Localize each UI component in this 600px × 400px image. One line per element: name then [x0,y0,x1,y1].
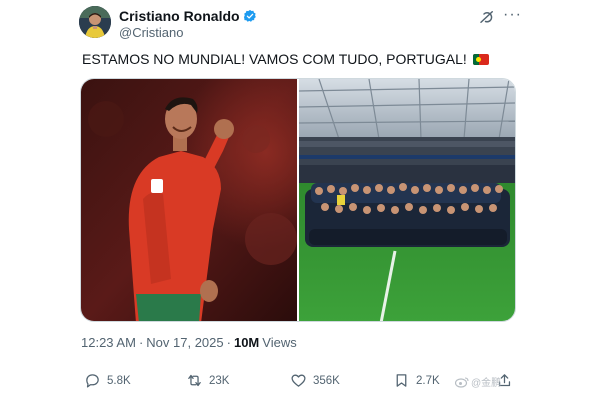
meta-separator: · [138,335,144,350]
like-count: 356K [313,374,340,387]
watermark-text: @金鹏 [471,378,502,389]
tweet-meta: 12:23 AM · Nov 17, 2025 · 10M Views [81,335,297,351]
bookmark-button[interactable]: 2.7K [393,372,440,389]
tweet-body: ESTAMOS NO MUNDIAL! VAMOS COM TUDO, PORT… [82,51,467,67]
repost-button[interactable]: 23K [186,372,229,389]
handle[interactable]: @Cristiano [119,25,257,41]
repost-count: 23K [209,374,230,387]
watermark: @金鹏 [455,374,501,389]
repost-icon [188,374,201,387]
reply-icon [86,374,99,388]
author-names: Cristiano Ronaldo @Cristiano [119,8,257,41]
tweet-text: ESTAMOS NO MUNDIAL! VAMOS COM TUDO, PORT… [82,50,489,68]
bookmark-icon [396,374,407,387]
views-label: Views [262,335,297,350]
name-row: Cristiano Ronaldo [119,8,257,24]
bookmark-count: 2.7K [416,374,440,387]
display-name[interactable]: Cristiano Ronaldo [119,8,240,24]
heart-icon [291,374,306,387]
tweet-date[interactable]: Nov 17, 2025 [146,335,223,351]
reply-button[interactable]: 5.8K [84,372,131,389]
grok-icon[interactable] [478,8,496,26]
views-count: 10M [233,335,260,350]
reply-count: 5.8K [107,374,131,387]
tweet-header: Cristiano Ronaldo @Cristiano ··· [79,6,524,44]
tweet-time[interactable]: 12:23 AM [81,335,136,351]
portugal-flag-icon [472,53,489,65]
team-celebration-stadium-photo[interactable] [299,79,515,321]
verified-badge-icon [243,9,257,23]
weibo-logo-icon [455,376,469,388]
media-grid [80,78,516,322]
action-bar: 5.8K 23K 356K 2.7K [80,372,520,394]
avatar[interactable] [79,6,111,38]
ronaldo-celebrating-photo[interactable] [81,79,297,321]
meta-separator-2: · [226,335,231,350]
like-button[interactable]: 356K [290,372,340,389]
more-icon[interactable]: ··· [503,6,522,24]
